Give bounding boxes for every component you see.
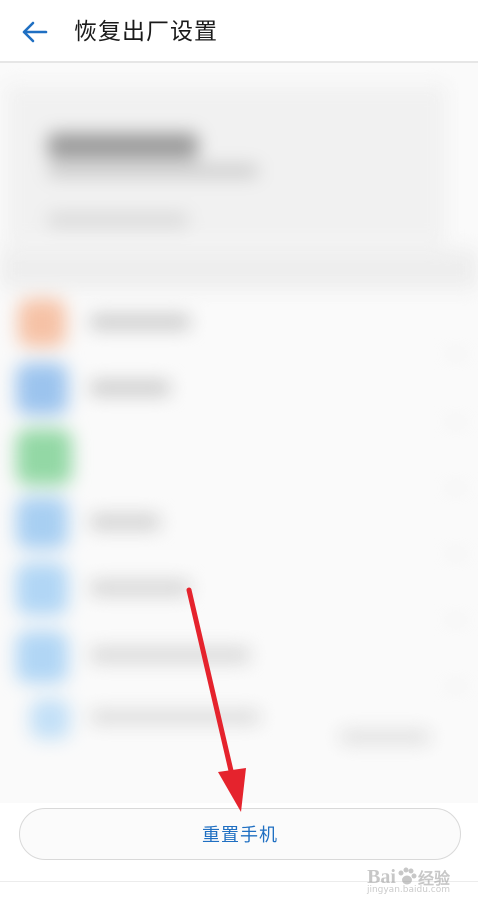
arrow-left-icon xyxy=(22,21,48,43)
blurred-divider xyxy=(446,487,466,489)
app-header: 恢复出厂设置 xyxy=(0,0,478,63)
baidu-watermark: Bai 经验 jingyan.baidu.com xyxy=(367,865,450,896)
blurred-row-text xyxy=(90,648,250,662)
blurred-row-text xyxy=(340,731,430,743)
blurred-divider xyxy=(446,619,466,621)
watermark-url: jingyan.baidu.com xyxy=(366,885,450,895)
blurred-row-text xyxy=(90,581,190,595)
blurred-icon-blue xyxy=(16,563,68,615)
blurred-icon-blue xyxy=(16,631,68,683)
blurred-divider xyxy=(446,685,466,687)
blurred-icon-blue xyxy=(30,699,70,739)
blurred-band xyxy=(0,249,478,289)
blurred-row-text xyxy=(90,381,170,395)
blurred-heading xyxy=(48,133,198,159)
reset-phone-label: 重置手机 xyxy=(202,825,278,846)
blurred-row-text xyxy=(90,515,160,529)
reset-phone-button[interactable]: 重置手机 xyxy=(19,808,461,860)
back-button[interactable] xyxy=(14,14,54,50)
blurred-content-area xyxy=(0,63,478,803)
blurred-divider xyxy=(446,353,466,355)
blurred-icon-orange xyxy=(18,299,66,347)
blurred-icon-blue xyxy=(16,497,68,549)
blurred-divider xyxy=(446,553,466,555)
blurred-content xyxy=(0,63,478,803)
page-title: 恢复出厂设置 xyxy=(74,19,218,45)
blurred-divider xyxy=(446,421,466,423)
blurred-row-text xyxy=(90,711,260,723)
blurred-icon-green xyxy=(16,429,72,485)
blurred-subtext xyxy=(48,213,188,227)
blurred-icon-blue xyxy=(16,363,68,415)
blurred-heading-line xyxy=(48,165,258,177)
blurred-row-text xyxy=(90,315,190,329)
